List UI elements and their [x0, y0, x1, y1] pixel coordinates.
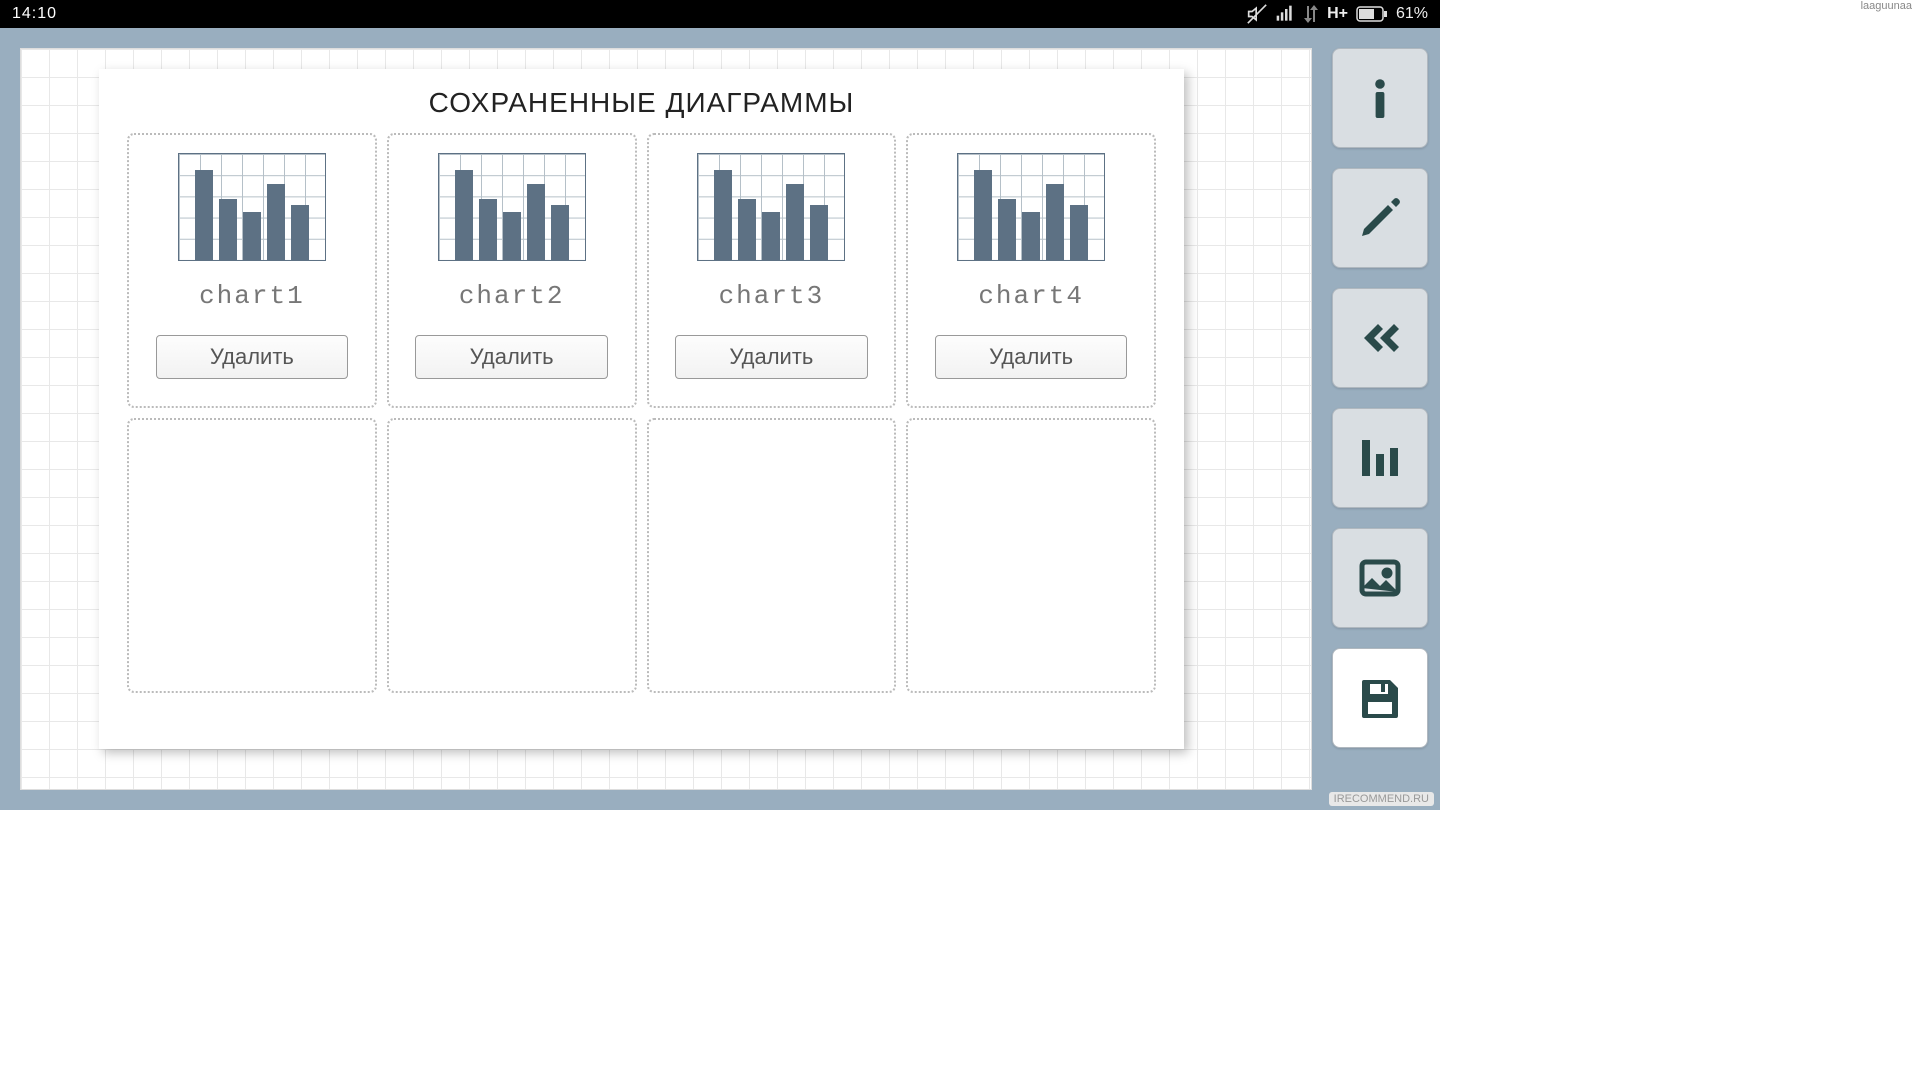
chart-thumbnail-icon [438, 153, 586, 261]
chart-name-label: chart2 [459, 281, 565, 311]
chart-card[interactable]: chart2 Удалить [387, 133, 637, 408]
chart-name-label: chart1 [199, 281, 305, 311]
chart-name-label: chart3 [719, 281, 825, 311]
info-icon [1356, 74, 1404, 122]
saved-charts-dialog: СОХРАНЕННЫЕ ДИАГРАММЫ chart1 Удалить cha… [99, 69, 1184, 749]
empty-chart-slot[interactable] [647, 418, 897, 693]
bar-chart-icon [1356, 434, 1404, 482]
chart-card[interactable]: chart3 Удалить [647, 133, 897, 408]
pencil-icon [1356, 194, 1404, 242]
image-button[interactable] [1332, 528, 1428, 628]
chart-card[interactable]: chart1 Удалить [127, 133, 377, 408]
save-button[interactable] [1332, 648, 1428, 748]
empty-chart-slot[interactable] [127, 418, 377, 693]
signal-icon [1275, 4, 1295, 24]
chart-name-label: chart4 [978, 281, 1084, 311]
dialog-title: СОХРАНЕННЫЕ ДИАГРАММЫ [127, 87, 1156, 119]
status-bar: 14:10 H+ 61% laaguunaa [0, 0, 1440, 28]
empty-chart-slot[interactable] [906, 418, 1156, 693]
delete-button[interactable]: Удалить [415, 335, 607, 379]
status-time: 14:10 [12, 5, 57, 23]
chart-thumbnail-icon [697, 153, 845, 261]
network-type: H+ [1327, 5, 1348, 23]
image-icon [1356, 554, 1404, 602]
battery-percent: 61% [1396, 5, 1428, 23]
info-button[interactable] [1332, 48, 1428, 148]
chevrons-left-icon [1356, 314, 1404, 362]
right-toolbar [1320, 28, 1440, 810]
canvas-grid: СОХРАНЕННЫЕ ДИАГРАММЫ chart1 Удалить cha… [20, 48, 1312, 790]
chart-card-grid: chart1 Удалить chart2 Удалить chart3 Уда… [127, 133, 1156, 693]
delete-button[interactable]: Удалить [675, 335, 867, 379]
mute-icon [1247, 4, 1267, 24]
chart-thumbnail-icon [178, 153, 326, 261]
floppy-icon [1356, 674, 1404, 722]
data-icon [1303, 4, 1319, 24]
battery-icon [1356, 6, 1388, 22]
empty-chart-slot[interactable] [387, 418, 637, 693]
watermark-top: laaguunaa [1861, 0, 1912, 12]
chart-card[interactable]: chart4 Удалить [906, 133, 1156, 408]
delete-button[interactable]: Удалить [935, 335, 1127, 379]
watermark-bottom: IRECOMMEND.RU [1329, 792, 1434, 806]
chart-thumbnail-icon [957, 153, 1105, 261]
edit-button[interactable] [1332, 168, 1428, 268]
back-button[interactable] [1332, 288, 1428, 388]
delete-button[interactable]: Удалить [156, 335, 348, 379]
chart-button[interactable] [1332, 408, 1428, 508]
